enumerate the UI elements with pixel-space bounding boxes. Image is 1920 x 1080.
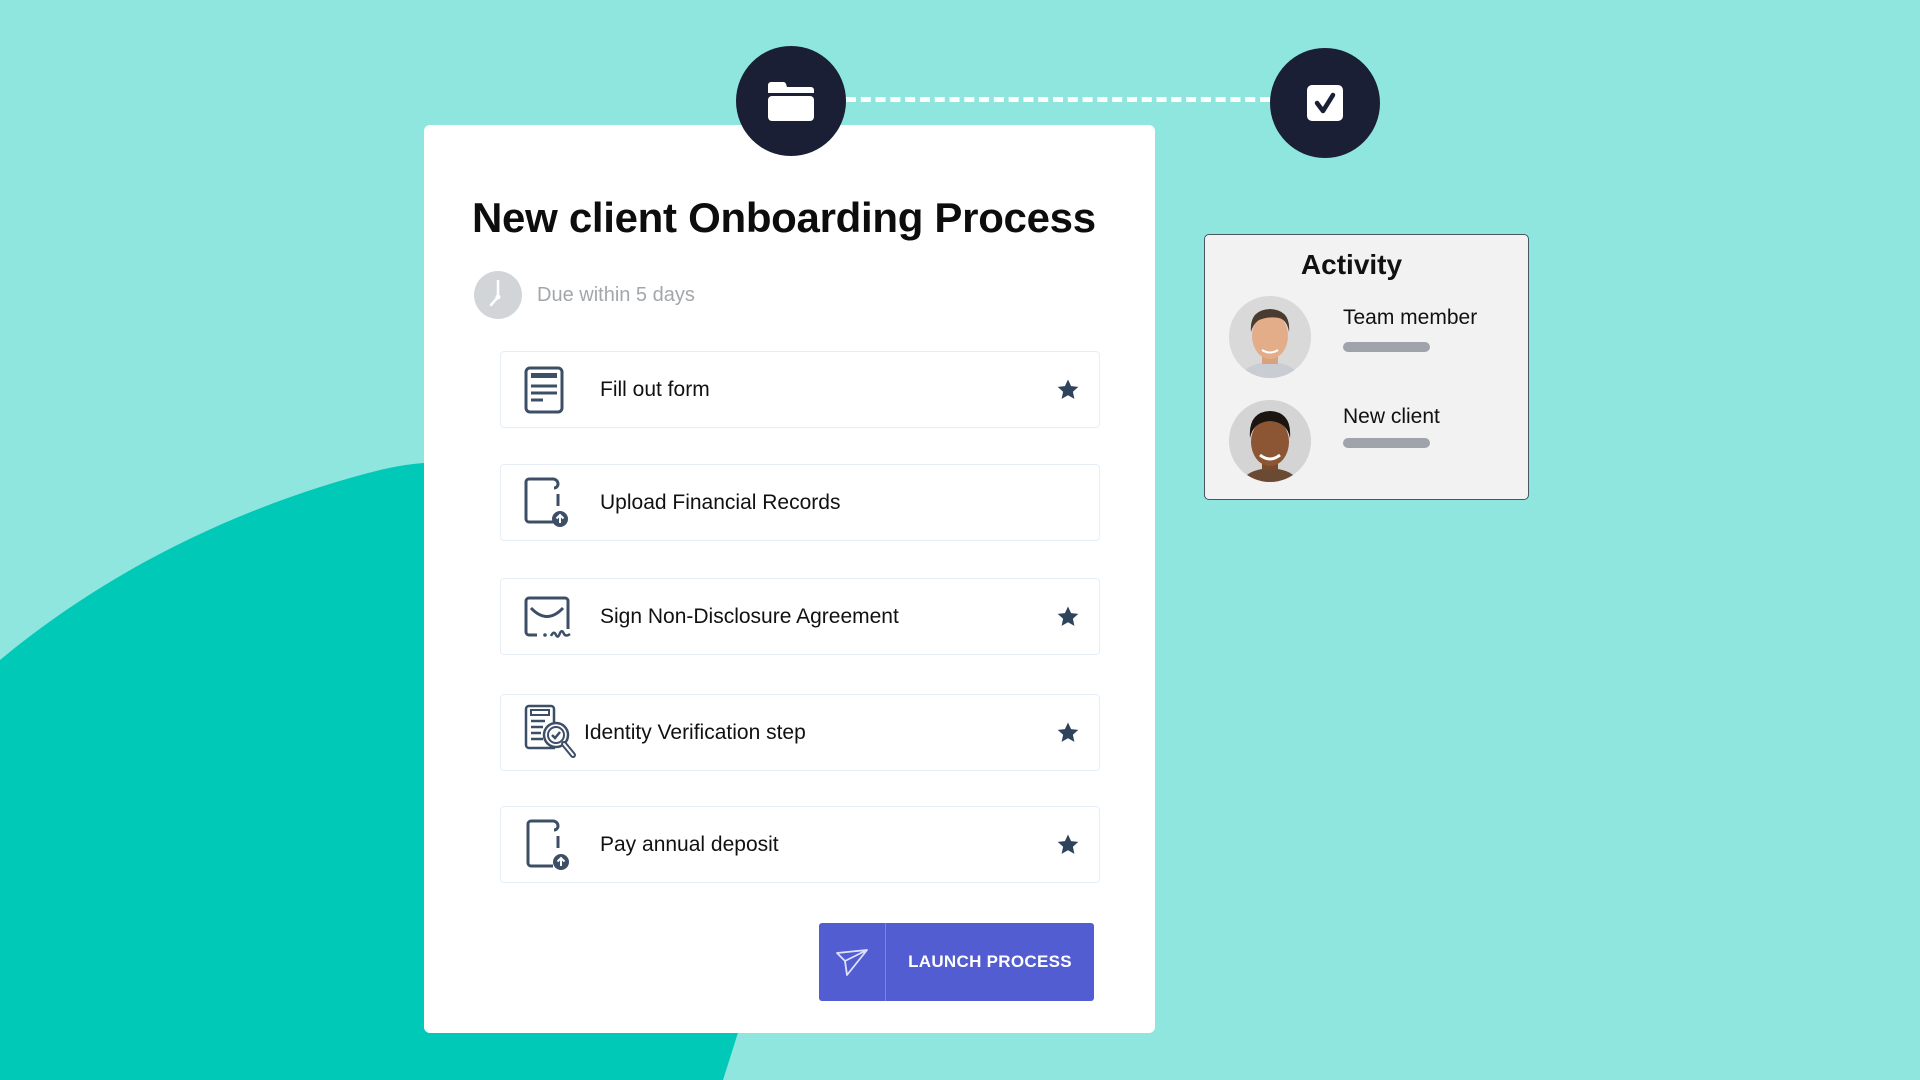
document-search-verify-icon (523, 704, 587, 762)
task-label: Pay annual deposit (600, 832, 779, 856)
file-upload-icon (523, 476, 587, 530)
launch-process-button[interactable]: LAUNCH PROCESS (819, 923, 1094, 1001)
process-card: New client Onboarding Process Due within… (424, 125, 1155, 1033)
star-icon[interactable] (1055, 377, 1081, 403)
due-text: Due within 5 days (537, 283, 695, 306)
avatar-team-member (1229, 296, 1311, 378)
task-label: Identity Verification step (584, 720, 806, 744)
person-name: Team member (1343, 306, 1478, 329)
due-info: Due within 5 days (474, 271, 695, 319)
avatar-new-client (1229, 400, 1311, 482)
activity-progress-bar (1343, 438, 1430, 448)
task-label: Fill out form (600, 377, 710, 401)
checkbox-checked-icon (1307, 85, 1343, 121)
task-item[interactable]: Upload Financial Records (500, 464, 1100, 541)
task-item[interactable]: Identity Verification step (500, 694, 1100, 771)
task-item[interactable]: Pay annual deposit (500, 806, 1100, 883)
task-label: Sign Non-Disclosure Agreement (600, 604, 899, 628)
activity-panel: Activity Team member New client (1204, 234, 1529, 500)
activity-progress-bar (1343, 342, 1430, 352)
folder-icon (768, 81, 814, 121)
process-title: New client Onboarding Process (472, 194, 1096, 241)
launch-process-label: LAUNCH PROCESS (908, 952, 1072, 971)
star-icon[interactable] (1055, 832, 1081, 858)
task-item[interactable]: Fill out form (500, 351, 1100, 428)
star-icon[interactable] (1055, 720, 1081, 746)
form-document-icon (523, 365, 587, 415)
step-complete[interactable] (1270, 48, 1380, 158)
progress-connector (846, 97, 1270, 102)
file-upload-icon (523, 818, 587, 872)
person-name: New client (1343, 405, 1440, 428)
activity-title: Activity (1300, 249, 1403, 280)
envelope-signature-icon (523, 595, 587, 639)
star-icon[interactable] (1055, 604, 1081, 630)
task-item[interactable]: Sign Non-Disclosure Agreement (500, 578, 1100, 655)
paper-plane-icon (819, 923, 886, 1001)
step-folder[interactable] (736, 46, 846, 156)
clock-icon (474, 271, 522, 319)
task-label: Upload Financial Records (600, 490, 841, 514)
